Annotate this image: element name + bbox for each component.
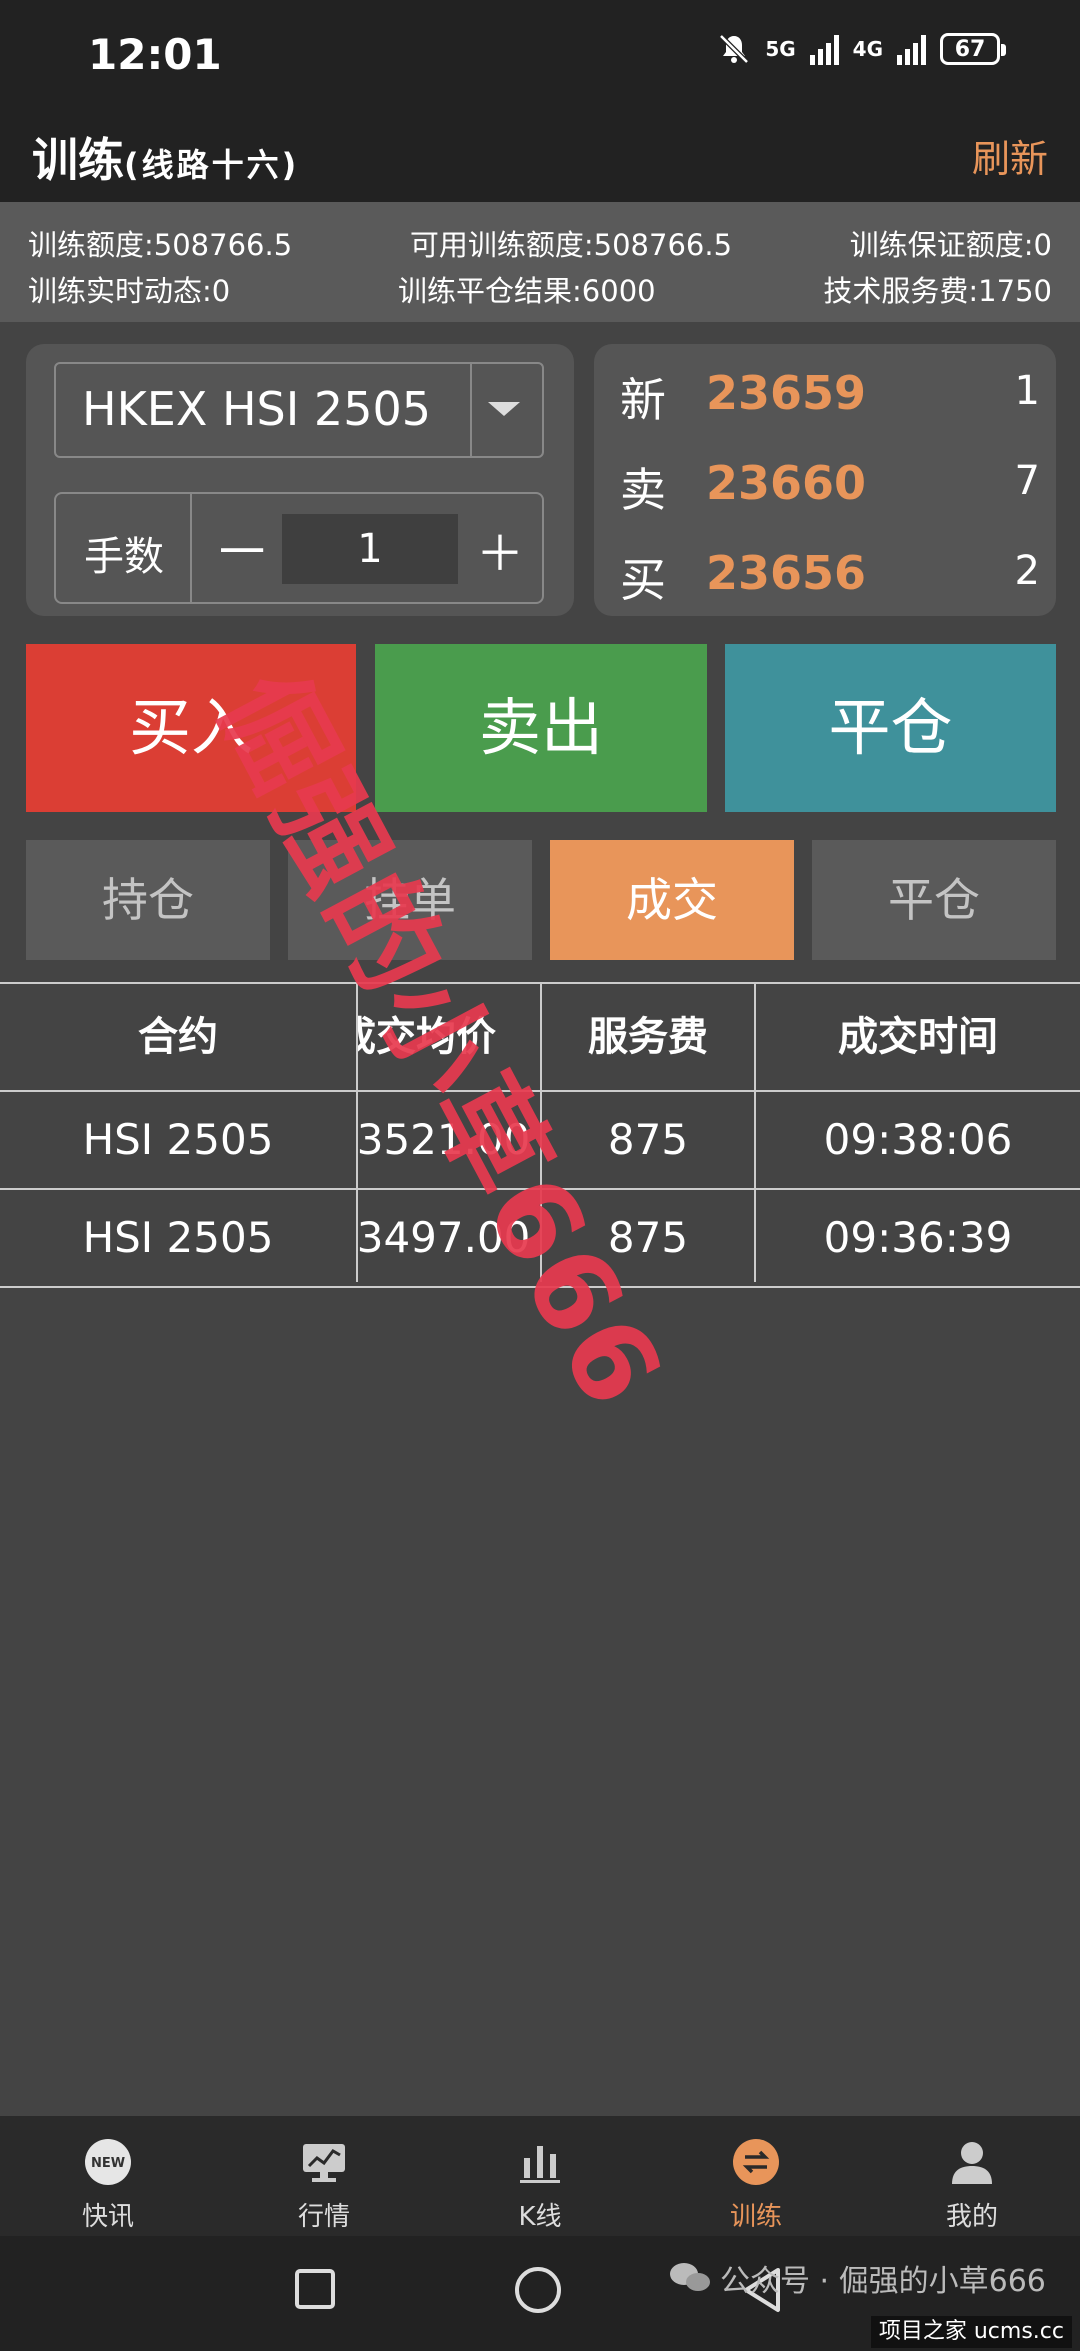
close-position-button[interactable]: 平仓 bbox=[725, 644, 1056, 812]
channel-credit: 公众号 · 倔强的小草666 bbox=[720, 2264, 1046, 2299]
nav-label: K线 bbox=[518, 2202, 562, 2232]
account-summary: 训练额度:508766.5 可用训练额度:508766.5 训练保证额度:0 训… bbox=[0, 202, 1080, 322]
lots-input[interactable]: 1 bbox=[282, 514, 458, 584]
new-badge-text: NEW bbox=[91, 2156, 125, 2171]
wechat-icon bbox=[670, 2263, 710, 2291]
column-header: 合约 bbox=[138, 1014, 218, 1060]
cell-time: 09:38:06 bbox=[823, 1115, 1013, 1164]
new-badge-icon: NEW bbox=[85, 2139, 131, 2185]
bottom-nav: NEW 快讯 行情 K线 训练 我的 bbox=[0, 2116, 1080, 2236]
site-watermark: 项目之家 ucms.cc bbox=[870, 2316, 1072, 2348]
title-bar: 训练(线路十六) 刷新 bbox=[0, 110, 1080, 202]
select-divider bbox=[470, 364, 472, 456]
quote-volume: 7 bbox=[1014, 458, 1040, 504]
home-icon[interactable] bbox=[514, 2266, 562, 2314]
page-title: 训练(线路十六) bbox=[32, 124, 299, 190]
lots-stepper: 手数 一 1 ＋ bbox=[54, 492, 544, 604]
user-icon bbox=[952, 2142, 992, 2184]
nav-label: 我的 bbox=[945, 2202, 998, 2232]
battery-level: 67 bbox=[954, 36, 986, 62]
nav-label: 行情 bbox=[297, 2202, 350, 2232]
quote-row-last: 新 23659 1 bbox=[620, 358, 1040, 428]
available-quota: 可用训练额度:508766.5 bbox=[409, 228, 733, 262]
network-5g-label: 5G bbox=[765, 37, 796, 61]
quote-volume: 2 bbox=[1014, 548, 1040, 594]
column-divider bbox=[754, 982, 756, 1282]
decrement-button[interactable]: 一 bbox=[212, 516, 272, 582]
signal-icon bbox=[809, 33, 839, 65]
quote-price: 23656 bbox=[706, 546, 867, 600]
lots-label: 手数 bbox=[84, 534, 164, 580]
quote-label: 买 bbox=[620, 553, 666, 607]
quote-row-ask: 卖 23660 7 bbox=[620, 448, 1040, 518]
page-title-text: 训练 bbox=[32, 133, 124, 187]
status-time: 12:01 bbox=[88, 30, 222, 79]
tab-closed[interactable]: 平仓 bbox=[812, 840, 1056, 960]
realtime-pnl: 训练实时动态:0 bbox=[28, 274, 231, 308]
quote-price: 23659 bbox=[706, 366, 867, 420]
exchange-icon bbox=[733, 2139, 779, 2185]
nav-label: 训练 bbox=[729, 2202, 782, 2232]
bar-chart-icon bbox=[520, 2146, 560, 2183]
signal-icon-2 bbox=[897, 33, 926, 65]
close-result: 训练平仓结果:6000 bbox=[398, 274, 656, 308]
route-label: (线路十六) bbox=[124, 146, 300, 184]
mute-bell-icon bbox=[719, 34, 750, 64]
cell-contract: HSI 2505 bbox=[82, 1115, 274, 1164]
quote-label: 新 bbox=[620, 373, 666, 427]
battery-icon: 67 bbox=[940, 33, 1006, 65]
training-quota: 训练额度:508766.5 bbox=[28, 228, 293, 262]
status-bar: 12:01 5G 4G 67 bbox=[0, 0, 1080, 110]
margin-quota: 训练保证额度:0 bbox=[849, 228, 1052, 262]
chart-monitor-icon bbox=[303, 2144, 345, 2182]
service-fee: 技术服务费:1750 bbox=[823, 274, 1052, 308]
contract-value: HKEX HSI 2505 bbox=[82, 382, 431, 436]
column-header: 成交时间 bbox=[838, 1014, 998, 1060]
nav-item-profile[interactable]: 我的 bbox=[864, 2116, 1080, 2236]
quote-volume: 1 bbox=[1014, 368, 1040, 414]
network-4g-label: 4G bbox=[852, 37, 883, 61]
refresh-button[interactable]: 刷新 bbox=[972, 128, 1048, 183]
quote-row-bid: 买 23656 2 bbox=[620, 538, 1040, 608]
status-icons: 5G 4G 67 bbox=[717, 32, 1006, 66]
contract-select[interactable]: HKEX HSI 2505 bbox=[54, 362, 544, 458]
recent-apps-icon[interactable] bbox=[294, 2268, 336, 2310]
quote-price: 23660 bbox=[706, 456, 867, 510]
increment-button[interactable]: ＋ bbox=[470, 514, 530, 584]
chevron-down-icon[interactable] bbox=[488, 402, 520, 416]
nav-item-kline[interactable]: K线 bbox=[432, 2116, 648, 2236]
cell-contract: HSI 2505 bbox=[82, 1213, 274, 1262]
nav-item-news[interactable]: NEW 快讯 bbox=[0, 2116, 216, 2236]
quote-label: 卖 bbox=[620, 463, 666, 517]
nav-label: 快讯 bbox=[81, 2202, 134, 2232]
nav-item-market[interactable]: 行情 bbox=[216, 2116, 432, 2236]
nav-item-training[interactable]: 训练 bbox=[648, 2116, 864, 2236]
cell-time: 09:36:39 bbox=[823, 1213, 1013, 1262]
tab-positions[interactable]: 持仓 bbox=[26, 840, 270, 960]
lots-divider bbox=[190, 494, 192, 602]
column-header: 服务费 bbox=[588, 1014, 708, 1060]
tab-trades[interactable]: 成交 bbox=[550, 840, 794, 960]
sell-button[interactable]: 卖出 bbox=[375, 644, 707, 812]
